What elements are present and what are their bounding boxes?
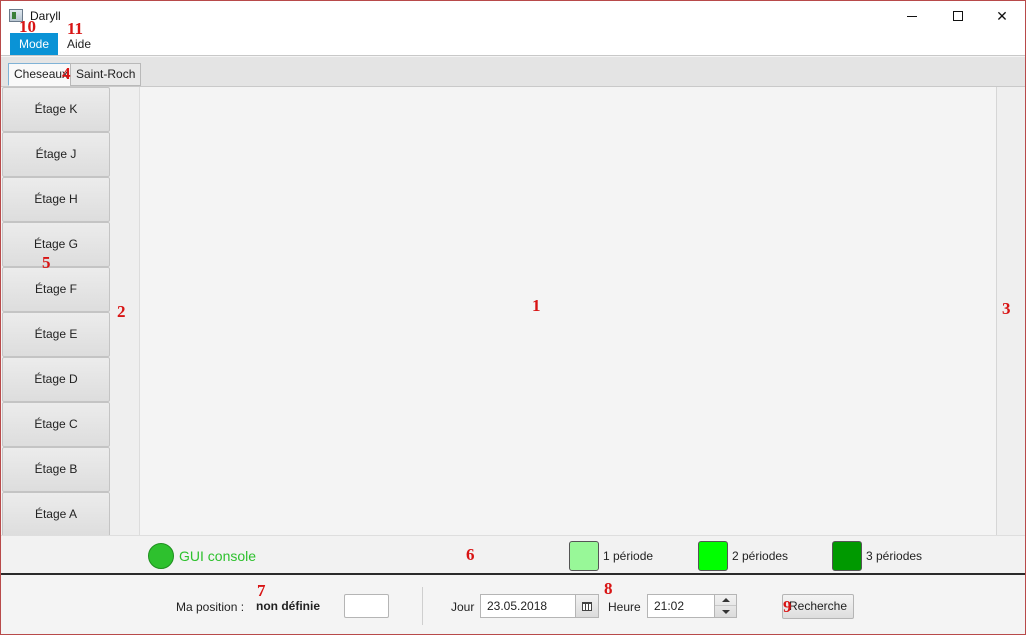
floor-button-k[interactable]: Étage K [2,87,110,132]
menu-mode[interactable]: Mode [10,33,59,55]
legend-label-3-periodes: 3 périodes [866,549,923,563]
separator [422,587,423,625]
floor-button-a[interactable]: Étage A [2,492,110,537]
date-input[interactable]: 23.05.2018 [480,594,575,618]
position-value: non définie [256,599,320,613]
menu-aide[interactable]: Aide [58,33,100,55]
minimize-button[interactable] [889,1,935,31]
maximize-icon [953,11,963,21]
window-title: Daryll [30,9,61,23]
floor-button-d[interactable]: Étage D [2,357,110,402]
floor-list: Étage K Étage J Étage H Étage G Étage F … [2,87,110,537]
tab-saint-roch[interactable]: Saint-Roch [70,63,142,86]
floor-map-area[interactable] [140,87,996,535]
legend-bar: GUI console 1 période 2 périodes 3 pério… [1,535,1025,575]
app-icon [9,9,23,22]
floor-button-j[interactable]: Étage J [2,132,110,177]
legend-label-1-periode: 1 période [603,549,654,563]
close-icon: ✕ [996,7,1008,24]
spinner-up-button[interactable] [715,595,736,606]
search-bar: Ma position : non définie Jour 23.05.201… [1,577,1025,634]
floor-button-c[interactable]: Étage C [2,402,110,447]
title-bar: Daryll ✕ [1,1,1025,31]
floor-button-f[interactable]: Étage F [2,267,110,312]
console-label[interactable]: GUI console [179,548,256,564]
app-window: Daryll ✕ Mode Aide Cheseaux Saint-Roch É… [0,0,1026,635]
search-button[interactable]: Recherche [782,594,854,619]
close-button[interactable]: ✕ [979,1,1025,31]
site-tab-bar: Cheseaux Saint-Roch [1,57,1025,87]
floor-button-e[interactable]: Étage E [2,312,110,357]
legend-swatch-1-periode [569,541,599,571]
console-status-indicator[interactable] [148,543,174,569]
calendar-icon [582,601,592,611]
legend-swatch-3-periodes [832,541,862,571]
spinner-down-button[interactable] [715,606,736,617]
time-spinner[interactable] [714,594,737,618]
minimize-icon [907,15,917,17]
date-picker-button[interactable] [575,594,599,618]
maximize-button[interactable] [935,1,981,31]
tab-cheseaux[interactable]: Cheseaux [8,63,75,86]
floor-button-b[interactable]: Étage B [2,447,110,492]
time-input[interactable]: 21:02 [647,594,714,618]
floor-button-h[interactable]: Étage H [2,177,110,222]
position-input[interactable] [344,594,389,618]
floor-button-g[interactable]: Étage G [2,222,110,267]
arrow-down-icon [721,609,730,614]
legend-swatch-2-periodes [698,541,728,571]
legend-label-2-periodes: 2 périodes [732,549,789,563]
left-side-panel [110,87,140,535]
right-side-panel [996,87,1025,535]
heure-label: Heure [608,600,641,614]
menu-bar: Mode Aide [1,31,1025,56]
jour-label: Jour [451,600,475,614]
arrow-up-icon [721,598,730,602]
position-label: Ma position : [176,600,245,614]
